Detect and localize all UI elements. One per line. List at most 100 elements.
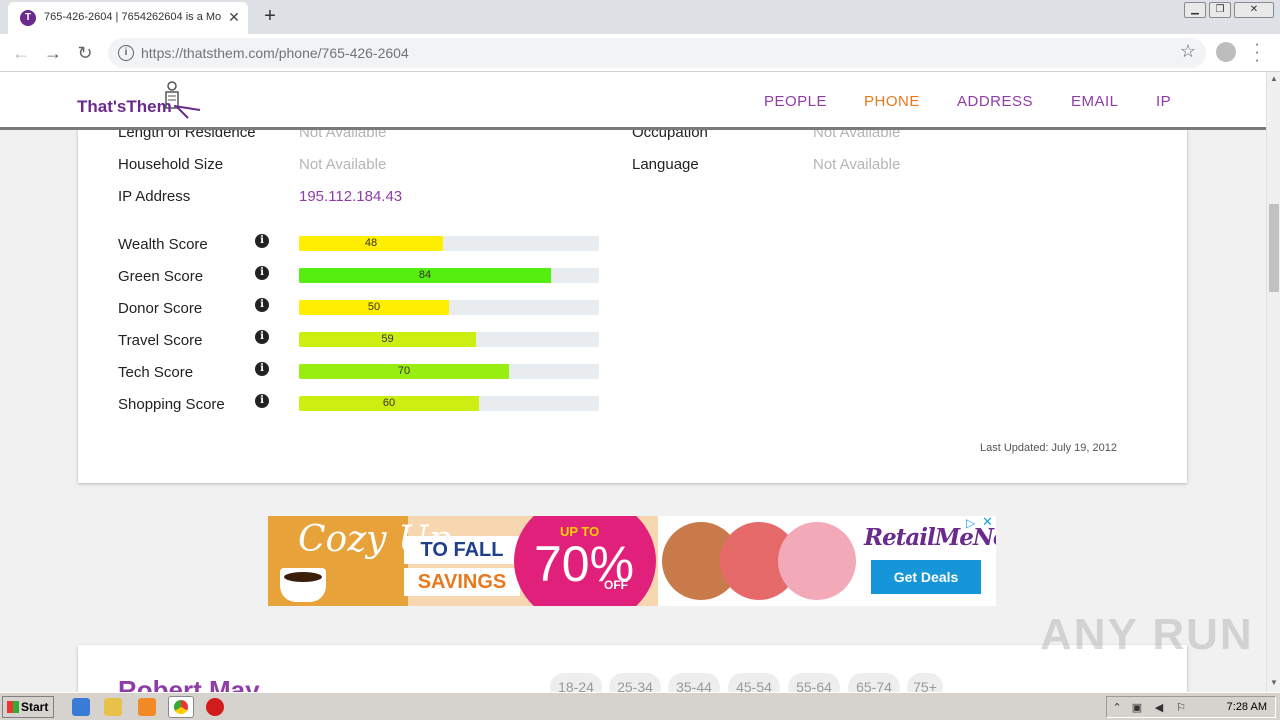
tab-close-icon[interactable]: ✕ [226,9,242,25]
score-label-shopping: Shopping Score [118,396,225,413]
score-bar-fill: 48 [299,236,443,251]
clock: 7:28 AM [1226,701,1267,713]
site-logo[interactable]: That'sThem [77,97,172,117]
logo-figure-icon [165,81,201,119]
score-bar-green: 84 [299,268,599,283]
score-label-wealth: Wealth Score [118,236,208,253]
restore-icon[interactable]: ❐ [1209,2,1231,18]
folder-icon[interactable] [104,698,122,716]
tab-title: 765-426-2604 | 7654262604 is a Mo [44,11,222,23]
site-header: That'sThem PEOPLE PHONE ADDRESS EMAIL IP [0,72,1266,130]
back-icon[interactable]: ← [10,42,32,64]
person-name-link[interactable]: Robert May [118,675,260,692]
score-bar-fill: 84 [299,268,551,283]
ad-savings-text: SAVINGS [404,568,520,596]
tray-expand-icon[interactable]: ⌃ [1111,702,1123,714]
stop-icon[interactable] [206,698,224,716]
last-updated-text: Last Updated: July 19, 2012 [980,442,1117,454]
flag-icon[interactable]: ⚐ [1175,702,1187,714]
watermark: ANY RUN [1040,610,1254,659]
info-icon[interactable]: i [255,234,269,248]
forward-icon[interactable]: → [42,42,64,64]
bookmark-star-icon[interactable]: ☆ [1180,41,1196,62]
info-icon[interactable]: i [255,266,269,280]
score-bar-shopping: 60 [299,396,599,411]
ad-to-fall-text: TO FALL [404,536,520,564]
ad-close-icon[interactable]: ✕ [982,516,993,530]
age-range-pill: 75+ [907,673,943,692]
ad-banner[interactable]: Cozy Up TO FALL SAVINGS UP TO 70% OFF Re… [268,516,996,606]
ad-brand-logo: RetailMeNot [864,524,996,551]
detail-value: Not Available [299,130,387,141]
detail-value: Not Available [299,156,387,173]
start-button[interactable]: Start [2,696,54,718]
taskbar: Start ⌃ ▣ ◀ ⚐ 7:28 AM [0,692,1280,720]
page-content: Length of Residence Not Available Househ… [0,130,1266,692]
score-bar-tech: 70 [299,364,599,379]
info-icon[interactable]: i [255,394,269,408]
nav-email[interactable]: EMAIL [1071,93,1119,110]
ad-product-photos [658,516,862,606]
ie-icon[interactable] [72,698,90,716]
nav-phone[interactable]: PHONE [864,93,920,110]
browser-toolbar: ← → ↻ i https://thatsthem.com/phone/765-… [0,34,1280,72]
address-bar[interactable]: i https://thatsthem.com/phone/765-426-26… [108,38,1206,68]
score-bar-fill: 70 [299,364,509,379]
score-bar-fill: 60 [299,396,479,411]
page-scrollbar[interactable]: ▲ ▼ [1266,72,1280,692]
score-label-travel: Travel Score [118,332,203,349]
score-label-green: Green Score [118,268,204,285]
details-card: Length of Residence Not Available Househ… [78,130,1187,483]
score-bar-travel: 59 [299,332,599,347]
ad-choices-icon[interactable]: ▷ [966,516,975,530]
media-player-icon[interactable] [138,698,156,716]
new-tab-icon[interactable]: + [260,6,280,26]
age-range-pill: 55-64 [788,673,840,692]
age-range-pill: 65-74 [848,673,900,692]
system-tray: ⌃ ▣ ◀ ⚐ 7:28 AM [1106,696,1276,718]
info-icon[interactable]: i [255,330,269,344]
ad-brand-area: RetailMeNot Get Deals [862,516,996,606]
detail-label: Household Size [118,156,224,173]
age-range-pill: 45-54 [728,673,780,692]
info-icon[interactable]: i [255,362,269,376]
detail-label: IP Address [118,188,191,205]
url-text[interactable]: https://thatsthem.com/phone/765-426-2604 [141,45,409,61]
nav-people[interactable]: PEOPLE [764,93,827,110]
age-range-pill: 25-34 [609,673,661,692]
scroll-up-icon[interactable]: ▲ [1269,74,1279,83]
detail-value: Not Available [813,130,901,141]
nav-address[interactable]: ADDRESS [957,93,1033,110]
detail-label: Length of Residence [118,130,256,141]
nav-ip[interactable]: IP [1156,93,1171,110]
get-deals-button[interactable]: Get Deals [871,560,981,594]
score-bar-fill: 59 [299,332,476,347]
site-info-icon[interactable]: i [118,45,134,61]
score-bar-fill: 50 [299,300,449,315]
volume-icon[interactable]: ◀ [1153,702,1165,714]
ad-photo-legs [778,522,856,600]
windows-logo-icon [7,701,19,713]
detail-label: Language [632,156,699,173]
person-card: Robert May 18-24 25-34 35-44 45-54 55-64… [78,645,1187,692]
scroll-thumb[interactable] [1269,204,1279,292]
chrome-taskbar-button[interactable] [168,696,194,718]
network-icon[interactable]: ▣ [1131,702,1143,714]
reload-icon[interactable]: ↻ [74,42,96,64]
scroll-down-icon[interactable]: ▼ [1269,678,1279,687]
window-close-icon[interactable]: ✕ [1234,2,1274,18]
score-label-donor: Donor Score [118,300,203,317]
browser-menu-icon[interactable]: · · · [1252,37,1262,69]
score-label-tech: Tech Score [118,364,194,381]
browser-tab[interactable]: T 765-426-2604 | 7654262604 is a Mo ✕ [8,2,248,34]
minimize-icon[interactable]: ▁ [1184,2,1206,18]
age-range-pill: 18-24 [550,673,602,692]
detail-value: Not Available [813,156,901,173]
coffee-cup-icon [280,568,326,602]
score-bar-wealth: 48 [299,236,599,251]
info-icon[interactable]: i [255,298,269,312]
profile-avatar-icon[interactable] [1216,42,1236,62]
site-favicon-icon: T [20,10,36,26]
detail-label: Occupation [632,130,708,141]
ip-address-link[interactable]: 195.112.184.43 [299,188,402,205]
